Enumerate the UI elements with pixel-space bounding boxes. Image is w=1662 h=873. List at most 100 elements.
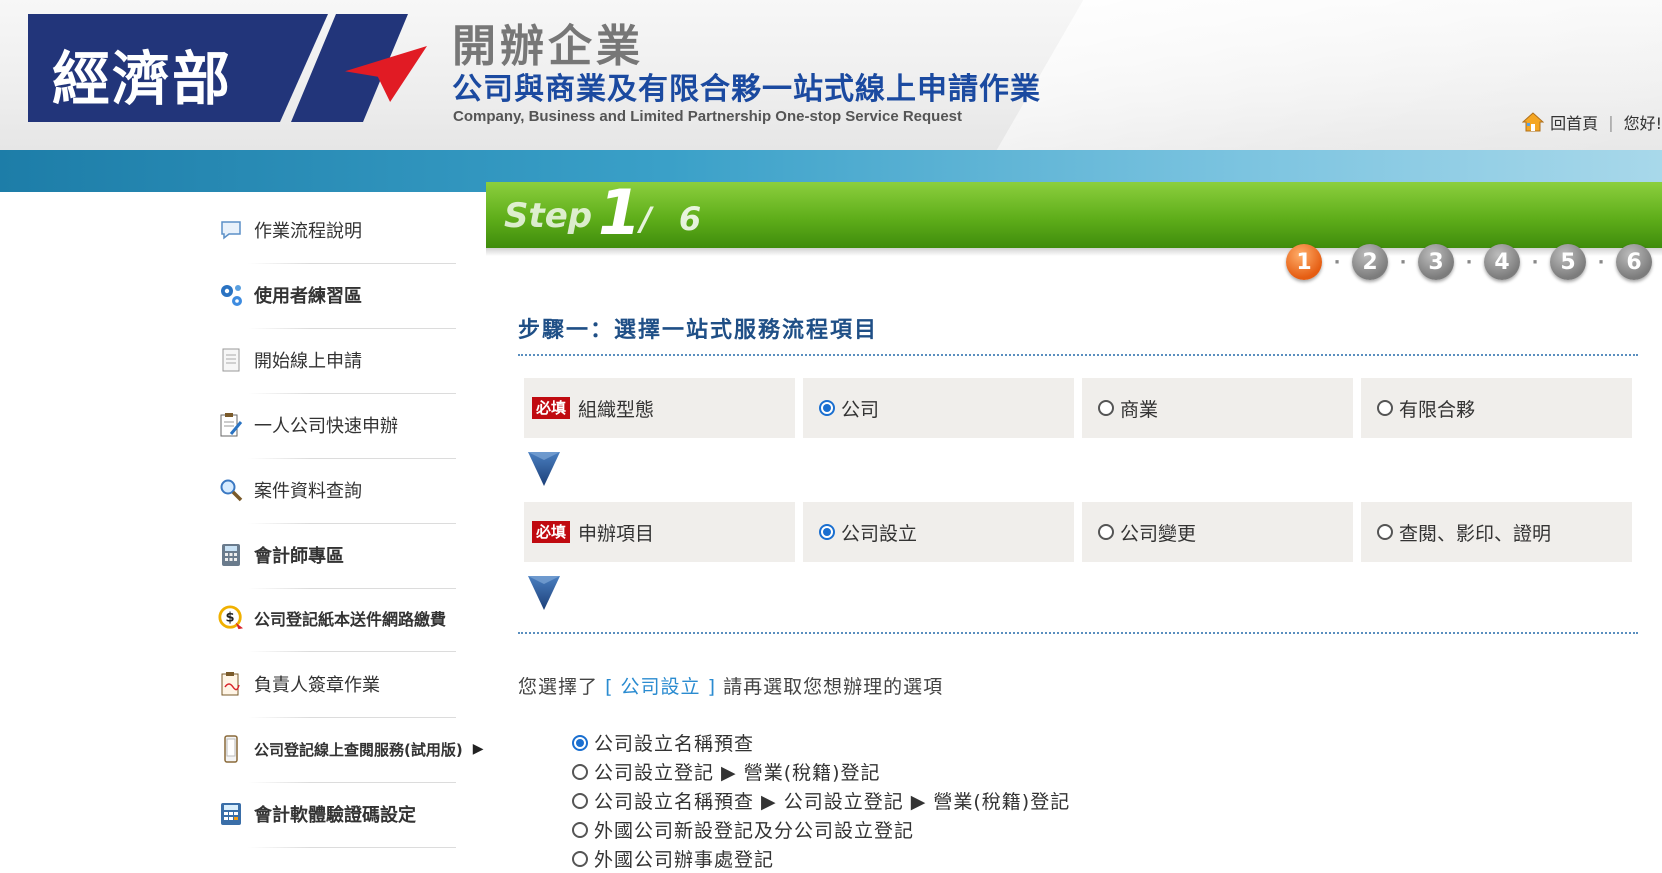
down-arrow-icon — [528, 452, 560, 486]
option-label: 有限合夥 — [1399, 398, 1476, 421]
org-type-label: 組織型態 — [578, 398, 655, 421]
org-type-option-company[interactable]: 公司 — [803, 378, 1074, 438]
sidebar-item-one-person-company[interactable]: 一人公司快速申辦 — [218, 391, 456, 459]
application-option-establish[interactable]: 公司設立 — [803, 502, 1074, 562]
required-badge: 必填 — [532, 521, 571, 543]
required-badge: 必填 — [532, 397, 571, 419]
magnifier-icon — [218, 477, 244, 503]
sidebar-item-start-application[interactable]: 開始線上申請 — [218, 326, 456, 394]
step-dot-2[interactable]: 2 — [1352, 244, 1388, 280]
application-option-change[interactable]: 公司變更 — [1082, 502, 1353, 562]
application-option-inspect-copy[interactable]: 查閱、影印、證明 — [1361, 502, 1632, 562]
choice-radio[interactable] — [572, 850, 588, 867]
sidebar-item-online-lookup[interactable]: 公司登記線上查閱服務(試用版) ▶ — [218, 715, 484, 783]
section-divider — [518, 632, 1638, 634]
choice-radio[interactable] — [572, 734, 588, 751]
sidebar-item-label: 一人公司快速申辦 — [254, 416, 398, 437]
chat-bubble-icon — [218, 217, 244, 243]
document-icon — [218, 347, 244, 373]
sidebar-item-paper-filing-payment[interactable]: $ 公司登記紙本送件網路繳費 — [218, 584, 456, 652]
step-total: / 6 — [640, 200, 710, 238]
org-type-option-business[interactable]: 商業 — [1082, 378, 1353, 438]
choice-label: 公司設立名稱預查 — [594, 733, 755, 755]
choice-item[interactable]: 外國公司新設登記及分公司設立登記 — [572, 815, 1070, 844]
section-title: 步驟一：選擇一站式服務流程項目 — [518, 318, 879, 343]
divider: | — [1608, 112, 1614, 132]
option-label: 公司設立 — [841, 522, 918, 545]
sidebar-item-label: 會計軟體驗證碼設定 — [254, 805, 416, 826]
service-choice-list: 公司設立名稱預查 公司設立登記 ▶ 營業(稅籍)登記 公司設立名稱預查 ▶ 公司… — [572, 728, 1070, 873]
step-dot-6[interactable]: 6 — [1616, 244, 1652, 280]
calculator-icon — [218, 542, 244, 568]
option-label: 公司 — [841, 398, 880, 421]
sidebar-item-practice-area[interactable]: 使用者練習區 — [218, 261, 456, 329]
sidebar-item-label: 公司登記紙本送件網路繳費 — [254, 610, 447, 629]
application-establish-radio[interactable] — [819, 524, 835, 540]
choice-item[interactable]: 公司設立名稱預查 ▶ 公司設立登記 ▶ 營業(稅籍)登記 — [572, 786, 1070, 815]
step-dot-5[interactable]: 5 — [1550, 244, 1586, 280]
svg-text:$: $ — [226, 611, 235, 626]
choice-label: 外國公司辦事處登記 — [594, 849, 775, 871]
selected-value-text: 公司設立 — [620, 676, 701, 698]
option-label: 商業 — [1120, 398, 1159, 421]
org-type-lp-radio[interactable] — [1377, 400, 1393, 416]
submenu-arrow-icon: ▶ — [472, 741, 484, 757]
choice-item[interactable]: 公司設立名稱預查 — [572, 728, 1070, 757]
section-divider — [518, 354, 1638, 356]
site-header: 經濟部 開辦企業 公司與商業及有限合夥一站式線上申請作業 Company, Bu… — [0, 0, 1662, 150]
sidebar-item-label: 負責人簽章作業 — [254, 675, 380, 696]
down-arrow-icon — [528, 576, 560, 610]
step-separator: · — [1333, 251, 1341, 273]
brand-subtitle: 公司與商業及有限合夥一站式線上申請作業 — [452, 72, 1041, 107]
option-label: 查閱、影印、證明 — [1399, 522, 1552, 545]
moea-logo[interactable]: 經濟部 — [28, 14, 328, 122]
moea-logo-text: 經濟部 — [52, 45, 233, 113]
calculator-blue-icon — [218, 801, 244, 827]
gears-icon — [218, 282, 244, 308]
step-separator: · — [1465, 251, 1473, 273]
sidebar-item-label: 會計師專區 — [254, 546, 344, 567]
step-dot-3[interactable]: 3 — [1418, 244, 1454, 280]
choice-radio[interactable] — [572, 792, 588, 809]
sidebar-menu: 作業流程說明 使用者練習區 開始線上申請 一人公司快速申辦 案件資料查詢 會計師… — [218, 192, 484, 871]
step-dot-4[interactable]: 4 — [1484, 244, 1520, 280]
clipboard-pen-icon — [218, 412, 244, 438]
sidebar-item-accountant-area[interactable]: 會計師專區 — [218, 521, 456, 589]
sidebar-item-process-guide[interactable]: 作業流程說明 — [218, 196, 456, 264]
choice-radio[interactable] — [572, 763, 588, 780]
selection-message: 您選擇了 [ 公司設立 ] 請再選取您想辦理的選項 — [518, 672, 943, 699]
step-label: Step — [504, 196, 593, 236]
phone-icon — [218, 735, 244, 763]
application-change-radio[interactable] — [1098, 524, 1114, 540]
choice-radio[interactable] — [572, 821, 588, 838]
bracket-close: ] — [707, 676, 717, 698]
choice-label: 公司設立登記 ▶ 營業(稅籍)登記 — [594, 762, 881, 784]
dollar-coin-icon: $ — [218, 605, 244, 631]
clipboard-sign-icon — [218, 671, 244, 697]
selection-prefix: 您選擇了 — [518, 676, 599, 698]
choice-item[interactable]: 公司設立登記 ▶ 營業(稅籍)登記 — [572, 757, 1070, 786]
home-link[interactable]: 回首頁 — [1550, 110, 1598, 134]
brand-english-subtitle: Company, Business and Limited Partnershi… — [453, 108, 963, 125]
choice-item[interactable]: 外國公司辦事處登記 — [572, 844, 1070, 873]
bracket-open: [ — [605, 676, 614, 698]
choice-label: 公司設立名稱預查 ▶ 公司設立登記 ▶ 營業(稅籍)登記 — [594, 791, 1071, 813]
sidebar-item-case-inquiry[interactable]: 案件資料查詢 — [218, 456, 456, 524]
selection-value: [ 公司設立 ] — [605, 676, 723, 698]
option-label: 公司變更 — [1120, 522, 1197, 545]
sidebar-item-label: 使用者練習區 — [254, 286, 362, 307]
org-type-business-radio[interactable] — [1098, 400, 1114, 416]
home-icon[interactable] — [1521, 111, 1545, 133]
application-inspect-radio[interactable] — [1377, 524, 1393, 540]
sidebar-item-accounting-software-code[interactable]: 會計軟體驗證碼設定 — [218, 780, 456, 848]
top-links: 回首頁 | 您好! — [1521, 110, 1662, 134]
sidebar-item-label: 公司登記線上查閱服務(試用版) — [254, 740, 463, 759]
application-item-label-cell: 必填 申辦項目 — [524, 502, 795, 562]
sidebar-item-label: 作業流程說明 — [254, 221, 362, 242]
sidebar-item-signature[interactable]: 負責人簽章作業 — [218, 650, 456, 718]
application-item-label: 申辦項目 — [578, 522, 655, 545]
org-type-company-radio[interactable] — [819, 400, 835, 416]
org-type-option-limited-partnership[interactable]: 有限合夥 — [1361, 378, 1632, 438]
step-progress-dots: 1 · 2 · 3 · 4 · 5 · 6 — [1286, 244, 1652, 280]
step-dot-1[interactable]: 1 — [1286, 244, 1322, 280]
